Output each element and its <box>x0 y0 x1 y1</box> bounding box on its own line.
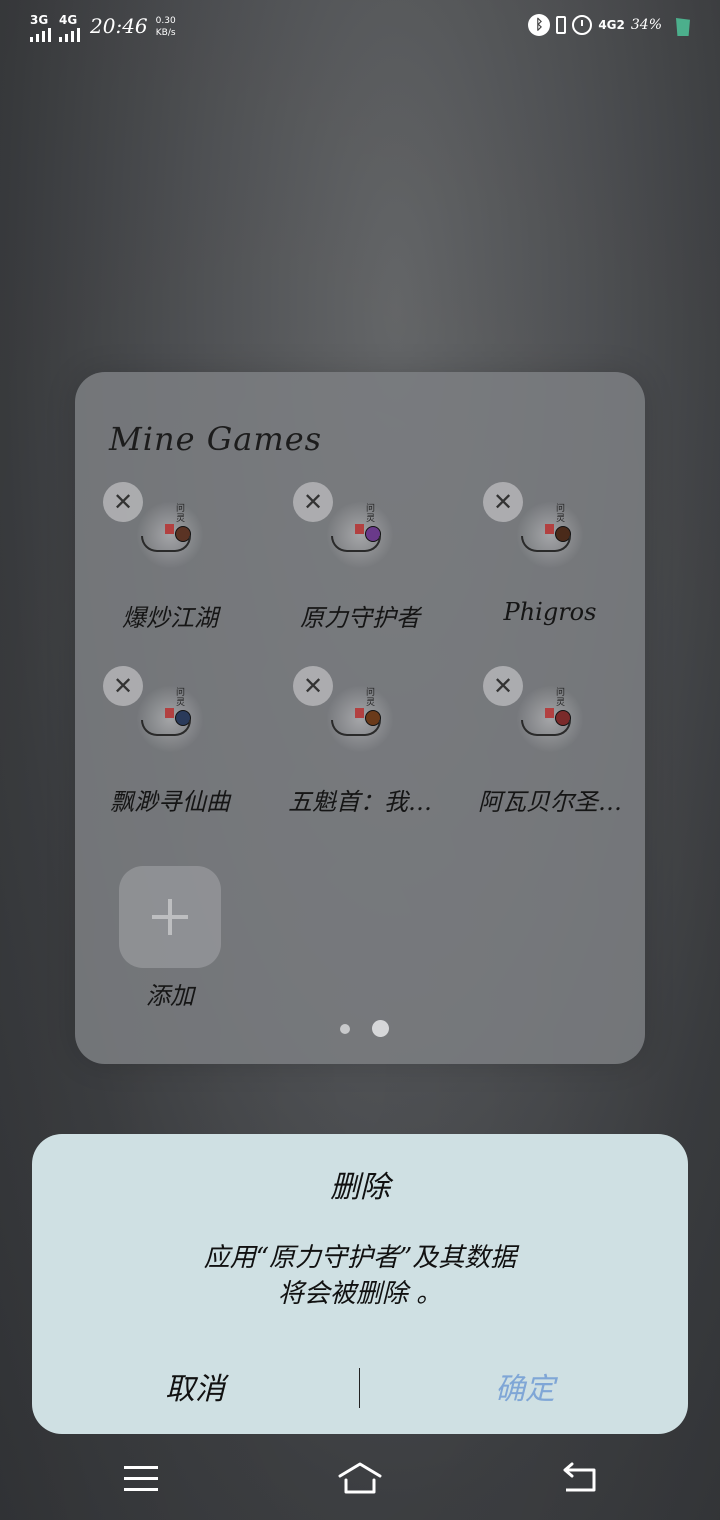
battery-percent: 34% <box>630 17 662 33</box>
signal-bars-icon <box>30 28 51 42</box>
dialog-title: 删除 <box>330 1170 390 1205</box>
app-item[interactable]: ✕ 问灵 原力守护者 <box>265 372 455 632</box>
close-icon[interactable]: ✕ <box>103 482 143 522</box>
back-icon[interactable] <box>560 1462 600 1494</box>
cancel-button[interactable]: 取消 <box>32 1364 358 1408</box>
close-icon[interactable]: ✕ <box>103 666 143 706</box>
app-item[interactable]: ✕ 问灵 爆炒江湖 <box>75 372 265 632</box>
signal-bars-icon <box>59 28 80 42</box>
add-app-label: 添加 <box>146 982 194 1010</box>
close-icon[interactable]: ✕ <box>483 666 523 706</box>
navigation-bar <box>0 1440 720 1520</box>
app-item[interactable]: ✕ 问灵 五魁首：我… <box>265 556 455 816</box>
signal-3g-label: 3G <box>30 13 49 27</box>
app-icon[interactable]: 问灵 <box>137 686 203 752</box>
net-speed-value: 0.30 <box>155 16 176 26</box>
signal-4g-label: 4G <box>59 13 78 27</box>
delete-dialog: 删除 应用“原力守护者”及其数据 将会被删除 。 取消 确定 <box>32 1134 688 1434</box>
signal-3g: 3G <box>30 14 51 42</box>
app-item[interactable]: ✕ 问灵 飘渺寻仙曲 <box>75 556 265 816</box>
icon-mark: 问灵 <box>176 504 186 524</box>
dialog-message: 应用“原力守护者”及其数据 将会被删除 。 <box>32 1240 688 1312</box>
alarm-icon <box>572 15 593 35</box>
confirm-button[interactable]: 确定 <box>362 1364 688 1408</box>
page-dot-active[interactable] <box>372 1020 389 1037</box>
net-speed-unit: KB/s <box>155 28 176 38</box>
home-icon[interactable] <box>336 1460 384 1496</box>
add-app-button[interactable] <box>119 866 221 968</box>
app-name: 阿瓦贝尔圣… <box>478 788 622 816</box>
app-icon[interactable]: 问灵 <box>517 686 583 752</box>
page-indicator <box>340 1020 389 1037</box>
net-speed: 0.30 KB/s <box>156 14 176 38</box>
app-item[interactable]: ✕ 问灵 Phigros <box>455 372 645 626</box>
app-icon[interactable]: 问灵 <box>327 686 393 752</box>
bluetooth-icon: ᛒ <box>528 14 551 36</box>
icon-mark: 问灵 <box>556 688 566 708</box>
page-dot[interactable] <box>340 1023 350 1034</box>
icon-mark: 问灵 <box>176 688 186 708</box>
clock: 20:46 <box>90 14 148 38</box>
icon-mark: 问灵 <box>366 504 376 524</box>
app-name: 飘渺寻仙曲 <box>110 788 230 816</box>
status-bar: 3G 4G 20:46 0.30 KB/s ᛒ 4G2 34% <box>0 0 720 56</box>
vibrate-icon <box>556 16 567 34</box>
close-icon[interactable]: ✕ <box>483 482 523 522</box>
icon-mark: 问灵 <box>366 688 376 708</box>
app-folder: Mine Games ✕ 问灵 爆炒江湖 ✕ 问灵 原力守护者 ✕ 问灵 Phi… <box>75 372 645 1064</box>
app-item[interactable]: ✕ 问灵 阿瓦贝尔圣… <box>455 556 645 816</box>
icon-mark: 问灵 <box>556 504 566 524</box>
battery-icon <box>676 18 690 36</box>
app-name: 五魁首：我… <box>288 788 432 816</box>
menu-icon[interactable] <box>124 1466 158 1492</box>
dialog-message-line2: 将会被删除 。 <box>277 1279 443 1309</box>
dialog-message-line1: 应用“原力守护者”及其数据 <box>203 1243 517 1273</box>
signal-4g2-label: 4G2 <box>598 18 625 32</box>
signal-4g: 4G <box>59 14 80 42</box>
close-icon[interactable]: ✕ <box>293 666 333 706</box>
button-divider <box>359 1368 360 1408</box>
close-icon[interactable]: ✕ <box>293 482 333 522</box>
